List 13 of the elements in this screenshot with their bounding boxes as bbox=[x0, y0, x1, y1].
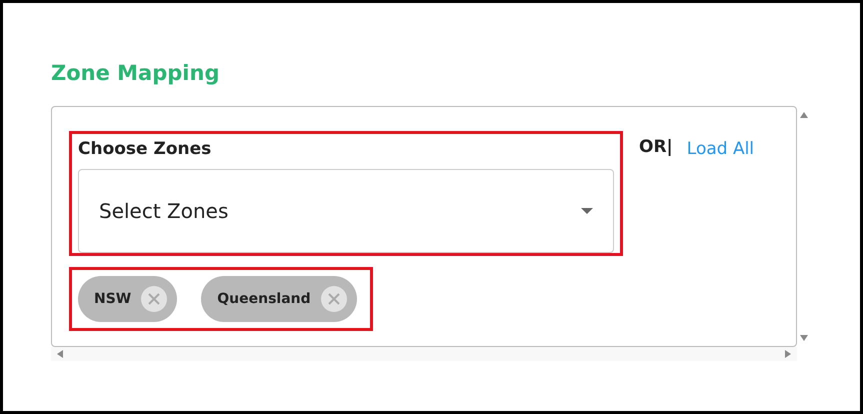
zone-select[interactable]: Select Zones bbox=[78, 169, 614, 253]
scroll-right-icon[interactable] bbox=[785, 350, 791, 358]
remove-icon[interactable] bbox=[320, 286, 347, 312]
caret-icon bbox=[581, 208, 593, 214]
zone-chip: NSW bbox=[78, 276, 178, 322]
field-label: Choose Zones bbox=[78, 138, 212, 161]
scroll-left-icon[interactable] bbox=[57, 350, 63, 358]
scroll-up-icon[interactable] bbox=[800, 112, 808, 118]
separator-text: OR| bbox=[639, 137, 673, 157]
scroll-down-icon[interactable] bbox=[800, 335, 808, 341]
zone-chip: Queensland bbox=[201, 276, 357, 322]
section-title: Zone Mapping bbox=[51, 60, 220, 87]
remove-icon[interactable] bbox=[141, 286, 168, 312]
